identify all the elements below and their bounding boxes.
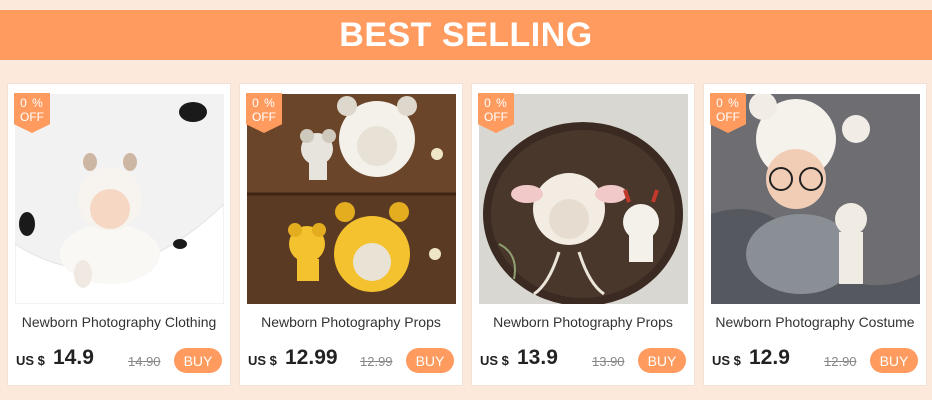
- product-title[interactable]: Newborn Photography Costume: [704, 314, 926, 330]
- price-row: US $ 12.99 12.99 BUY: [248, 346, 454, 376]
- current-price: 12.9: [749, 346, 790, 369]
- original-price: 12.90: [824, 354, 857, 369]
- discount-off-label: OFF: [20, 110, 44, 124]
- discount-off-label: OFF: [716, 110, 740, 124]
- product-title[interactable]: Newborn Photography Props: [240, 314, 462, 330]
- price-row: US $ 13.9 13.90 BUY: [480, 346, 686, 376]
- current-price: 12.99: [285, 346, 338, 369]
- discount-percent: 0 %: [716, 96, 740, 110]
- currency-label: US $: [16, 353, 45, 368]
- currency-label: US $: [248, 353, 277, 368]
- product-card[interactable]: 0 % OFF Newborn Photography Costume US $…: [703, 83, 927, 386]
- currency-label: US $: [480, 353, 509, 368]
- buy-button[interactable]: BUY: [870, 348, 918, 373]
- price-row: US $ 12.9 12.90 BUY: [712, 346, 918, 376]
- original-price: 12.99: [360, 354, 393, 369]
- original-price: 14.90: [128, 354, 161, 369]
- product-card[interactable]: 0 % OFF Newborn Photography Props US $ 1…: [471, 83, 695, 386]
- product-title[interactable]: Newborn Photography Props: [472, 314, 694, 330]
- best-selling-banner: BEST SELLING: [0, 10, 932, 60]
- discount-percent: 0 %: [484, 96, 508, 110]
- discount-percent: 0 %: [252, 96, 276, 110]
- current-price: 13.9: [517, 346, 558, 369]
- product-card[interactable]: 0 % OFF Newborn Photography Clothing US …: [7, 83, 231, 386]
- discount-off-label: OFF: [484, 110, 508, 124]
- discount-off-label: OFF: [252, 110, 276, 124]
- buy-button[interactable]: BUY: [174, 348, 222, 373]
- banner-title: BEST SELLING: [339, 15, 593, 54]
- discount-percent: 0 %: [20, 96, 44, 110]
- product-card[interactable]: 0 % OFF Newborn Photography Props US $ 1…: [239, 83, 463, 386]
- buy-button[interactable]: BUY: [406, 348, 454, 373]
- original-price: 13.90: [592, 354, 625, 369]
- currency-label: US $: [712, 353, 741, 368]
- buy-button[interactable]: BUY: [638, 348, 686, 373]
- price-row: US $ 14.9 14.90 BUY: [16, 346, 222, 376]
- product-title[interactable]: Newborn Photography Clothing: [8, 314, 230, 330]
- current-price: 14.9: [53, 346, 94, 369]
